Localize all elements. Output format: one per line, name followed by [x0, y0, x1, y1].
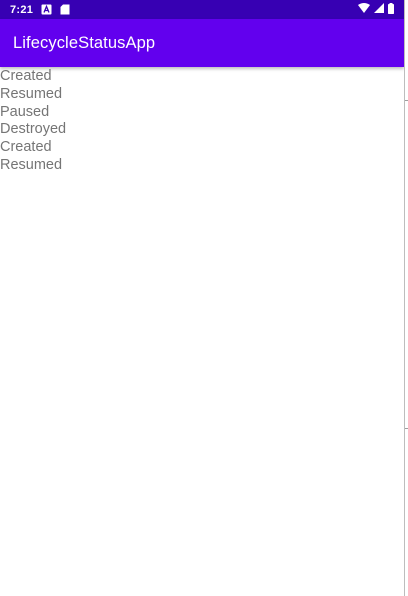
- lifecycle-log: Created Resumed Paused Destroyed Created…: [0, 68, 404, 175]
- window-edge: [404, 0, 408, 596]
- status-left: 7:21: [10, 4, 71, 16]
- font-notification-icon: [41, 4, 52, 15]
- log-line: Paused: [0, 103, 50, 120]
- battery-icon: [388, 2, 394, 17]
- app-screen: 7:21 LifecycleStatusApp Created Resumed …: [0, 0, 408, 596]
- wifi-icon: [358, 3, 370, 16]
- log-line: Resumed: [0, 85, 63, 102]
- log-line: Resumed: [0, 156, 63, 173]
- log-line: Created: [0, 68, 52, 84]
- status-time: 7:21: [10, 3, 34, 16]
- app-title: LifecycleStatusApp: [13, 33, 156, 52]
- sd-card-icon: [60, 4, 71, 15]
- status-right: [358, 2, 394, 17]
- status-bar: 7:21: [0, 0, 404, 19]
- log-line: Destroyed: [0, 121, 67, 138]
- app-bar: LifecycleStatusApp: [0, 19, 404, 67]
- cell-signal-icon: [374, 3, 384, 16]
- log-line: Created: [0, 139, 52, 156]
